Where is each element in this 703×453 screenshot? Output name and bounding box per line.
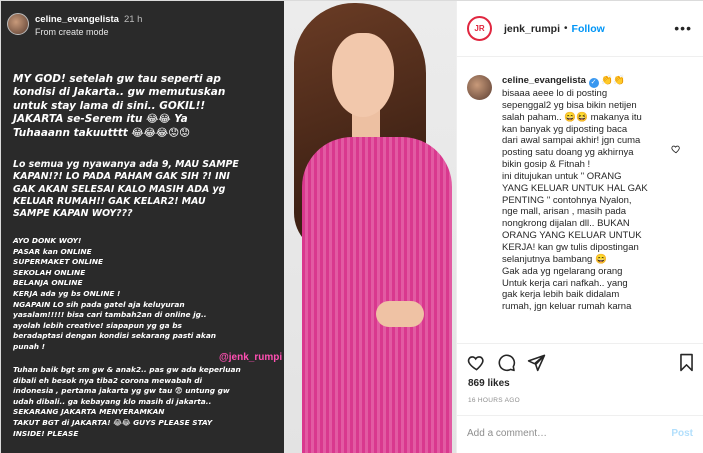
commenter-avatar[interactable] — [467, 75, 492, 100]
comment-item: celine_evangelista ✓ 👏👏 bisaaa aeee lo d… — [467, 75, 680, 313]
comment-text: bisaaa aeee lo di posting sepenggal2 yg … — [502, 88, 648, 313]
share-icon[interactable] — [527, 353, 546, 372]
story-text-block-3: AYO DONK WOY! PASAR kan ONLINE SUPERMAKE… — [13, 236, 217, 351]
comment-icon[interactable] — [497, 353, 516, 372]
instagram-post: celine_evangelista 21 h From create mode … — [0, 0, 703, 453]
verified-badge-icon: ✓ — [588, 78, 599, 88]
portrait-photo — [284, 1, 456, 453]
story-text-block-1: MY GOD! setelah gw tau seperti ap kondis… — [13, 73, 226, 139]
story-username: celine_evangelista — [35, 14, 119, 25]
comment-like-icon[interactable] — [671, 144, 681, 154]
bookmark-icon[interactable] — [677, 353, 696, 372]
follow-button[interactable]: Follow — [572, 23, 605, 35]
post-comment-button[interactable]: Post — [671, 428, 693, 439]
comment-input[interactable] — [467, 428, 657, 439]
watermark: @jenk_rumpi — [219, 352, 283, 363]
post-media[interactable]: celine_evangelista 21 h From create mode … — [1, 1, 456, 453]
like-count[interactable]: 869 likes — [468, 378, 510, 389]
like-heart-icon[interactable] — [467, 353, 486, 372]
action-bar — [457, 343, 703, 380]
post-header: JR jenk_rumpi • Follow ••• — [457, 1, 703, 57]
story-text-block-2: Lo semua yg nyawanya ada 9, MAU SAMPE KA… — [13, 159, 239, 220]
separator-dot: • — [564, 23, 568, 34]
story-time: 21 h — [123, 14, 143, 25]
post-side-panel: JR jenk_rumpi • Follow ••• celine_evange… — [456, 1, 703, 453]
photo-hand — [376, 301, 424, 327]
story-text-block-4: Tuhan baik bgt sm gw & anak2.. pas gw ad… — [13, 365, 241, 438]
comment-emojis: 👏👏 — [598, 75, 625, 86]
add-comment-bar: Post — [457, 415, 703, 453]
comments-list[interactable]: celine_evangelista ✓ 👏👏 bisaaa aeee lo d… — [457, 58, 703, 343]
account-avatar[interactable]: JR — [467, 16, 492, 41]
account-username[interactable]: jenk_rumpi — [504, 23, 560, 35]
story-subtitle: From create mode — [35, 27, 109, 37]
story-header: celine_evangelista 21 h From create mode — [7, 13, 142, 39]
story-screenshot: celine_evangelista 21 h From create mode … — [1, 1, 284, 453]
more-options-icon[interactable]: ••• — [674, 21, 692, 35]
post-timestamp[interactable]: 16 HOURS AGO — [468, 397, 520, 404]
comment-username[interactable]: celine_evangelista — [502, 75, 586, 86]
photo-face — [332, 33, 394, 117]
photo-dress — [302, 137, 452, 453]
story-avatar — [7, 13, 29, 35]
